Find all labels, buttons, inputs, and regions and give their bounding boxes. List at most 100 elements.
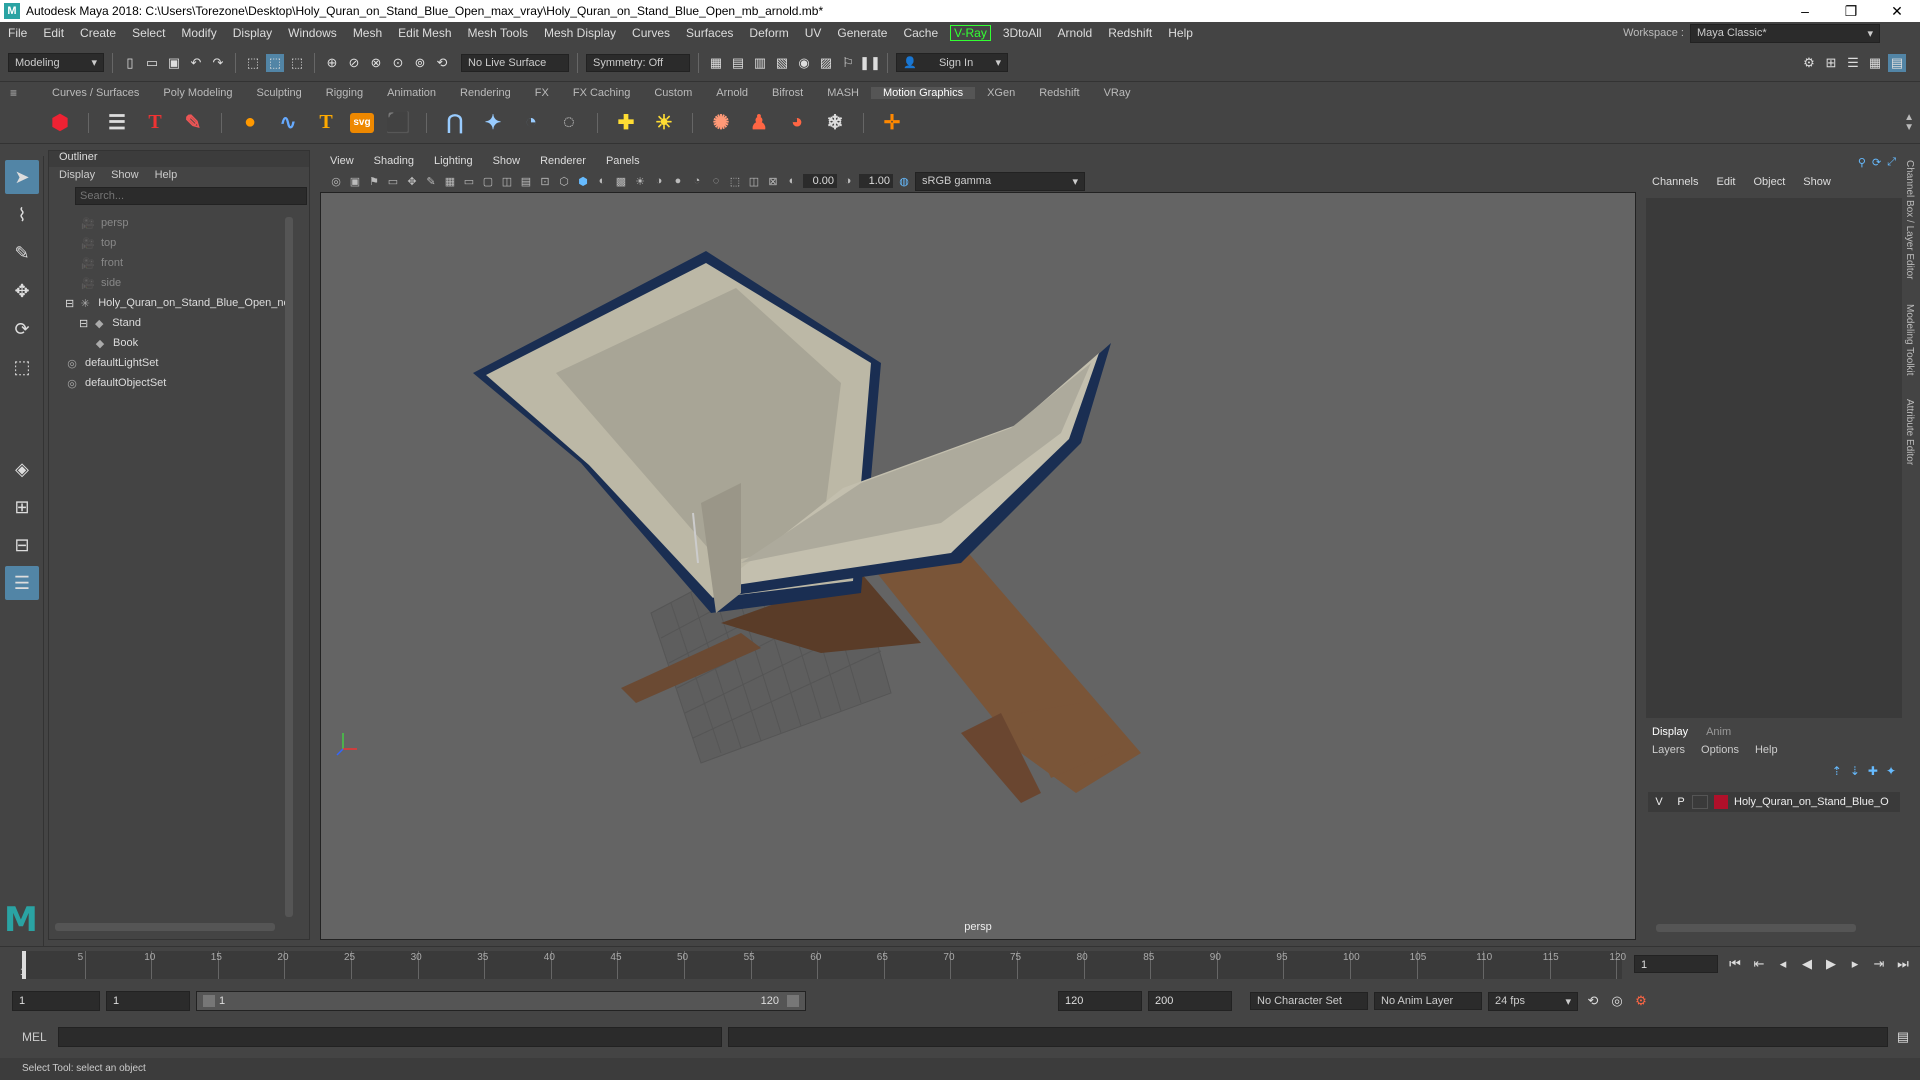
viewport-menu-lighting[interactable]: Lighting bbox=[424, 155, 483, 167]
minimize-button[interactable]: – bbox=[1782, 3, 1828, 19]
range-end-handle[interactable] bbox=[787, 995, 799, 1007]
outliner-item[interactable]: 🎥 top bbox=[65, 233, 309, 253]
open-scene-icon[interactable]: ▭ bbox=[143, 54, 161, 72]
auto-key-icon[interactable]: ◎ bbox=[1608, 992, 1626, 1010]
shelf-tab-fx[interactable]: FX bbox=[523, 87, 561, 99]
sun-icon[interactable]: ☀ bbox=[650, 109, 678, 137]
outliner-menu-help[interactable]: Help bbox=[155, 169, 178, 181]
animation-start-field[interactable]: 1 bbox=[12, 991, 100, 1011]
save-scene-icon[interactable]: ▣ bbox=[165, 54, 183, 72]
history-icon[interactable]: ⟲ bbox=[433, 54, 451, 72]
script-editor-icon[interactable]: ▤ bbox=[1894, 1028, 1912, 1046]
shelf-tab-bifrost[interactable]: Bifrost bbox=[760, 87, 815, 99]
outliner-scrollbar[interactable] bbox=[285, 217, 293, 917]
undo-icon[interactable]: ↶ bbox=[187, 54, 205, 72]
side-tab-modeling-toolkit[interactable]: Modeling Toolkit bbox=[1904, 304, 1915, 376]
snap-curve-icon[interactable]: ⊘ bbox=[345, 54, 363, 72]
outliner-menu-show[interactable]: Show bbox=[111, 169, 139, 181]
menu-vray[interactable]: V-Ray bbox=[950, 25, 991, 41]
channels-show-menu[interactable]: Show bbox=[1803, 176, 1831, 188]
motion-blur-icon[interactable]: ◔ bbox=[689, 173, 705, 189]
xray-joints-icon[interactable]: ⊠ bbox=[765, 173, 781, 189]
shelf-tab-redshift[interactable]: Redshift bbox=[1027, 87, 1091, 99]
channels-menu[interactable]: Channels bbox=[1652, 176, 1698, 188]
symmetry-dropdown[interactable]: Symmetry: Off bbox=[586, 53, 690, 72]
shelf-tab-curves-surfaces[interactable]: Curves / Surfaces bbox=[40, 87, 151, 99]
render-region-icon[interactable]: ▤ bbox=[729, 54, 747, 72]
outliner-item[interactable]: 🎥 side bbox=[65, 273, 309, 293]
loop-icon[interactable]: ⟲ bbox=[1584, 992, 1602, 1010]
snap-grid-icon[interactable]: ⊕ bbox=[323, 54, 341, 72]
maya-m-logo-icon[interactable]: M bbox=[4, 900, 38, 940]
paint-select-icon[interactable]: ✎ bbox=[5, 236, 39, 270]
shirt-icon[interactable]: ♟ bbox=[745, 109, 773, 137]
menu-mesh-tools[interactable]: Mesh Tools bbox=[460, 26, 536, 40]
layer-editor-icon[interactable]: ▤ bbox=[1888, 53, 1906, 72]
menu-mesh[interactable]: Mesh bbox=[345, 26, 390, 40]
smooth-shade-icon[interactable]: ⬢ bbox=[575, 173, 591, 189]
layers-menu[interactable]: Layers bbox=[1652, 744, 1685, 756]
float-icon[interactable]: ⤢ bbox=[1887, 156, 1896, 169]
step-forward-key-icon[interactable]: ⇥ bbox=[1870, 955, 1888, 973]
menu-display[interactable]: Display bbox=[225, 26, 280, 40]
attribute-editor-icon[interactable]: ⊞ bbox=[1822, 54, 1840, 72]
channel-box-icon[interactable]: ▦ bbox=[1866, 54, 1884, 72]
camera-attributes-icon[interactable]: ▣ bbox=[347, 173, 363, 189]
go-to-start-icon[interactable]: ⏮ bbox=[1726, 955, 1744, 973]
xray-icon[interactable]: ◫ bbox=[746, 173, 762, 189]
mash-network-icon[interactable]: ⬢ bbox=[46, 109, 74, 137]
pin-icon[interactable]: ⚲ bbox=[1858, 156, 1866, 169]
outliner-hscrollbar[interactable] bbox=[55, 923, 275, 931]
hypershade-icon[interactable]: ◉ bbox=[795, 54, 813, 72]
anti-aliasing-icon[interactable]: ◌ bbox=[708, 173, 724, 189]
locator-icon[interactable]: ✚ bbox=[612, 109, 640, 137]
channels-edit-menu[interactable]: Edit bbox=[1716, 176, 1735, 188]
snap-point-icon[interactable]: ⊗ bbox=[367, 54, 385, 72]
channels-object-menu[interactable]: Object bbox=[1753, 176, 1785, 188]
move-tool-icon[interactable]: ✥ bbox=[5, 274, 39, 308]
expand-toggle-icon[interactable]: ⊟ bbox=[79, 317, 88, 330]
new-layer-selected-icon[interactable]: ✚ bbox=[1868, 764, 1878, 778]
fps-dropdown[interactable]: 24 fps ▾ bbox=[1488, 991, 1578, 1011]
pause-render-icon[interactable]: ❚❚ bbox=[859, 54, 881, 72]
side-tab-attribute-editor[interactable]: Attribute Editor bbox=[1904, 399, 1915, 465]
new-layer-icon[interactable]: ✦ bbox=[1886, 764, 1896, 778]
shelf-tab-poly-modeling[interactable]: Poly Modeling bbox=[151, 87, 244, 99]
play-backward-icon[interactable]: ◀ bbox=[1798, 955, 1816, 973]
viewport-menu-view[interactable]: View bbox=[320, 155, 364, 167]
step-back-key-icon[interactable]: ⇤ bbox=[1750, 955, 1768, 973]
display-layer-row[interactable]: V P Holy_Quran_on_Stand_Blue_O bbox=[1648, 792, 1900, 812]
shelf-tab-mash[interactable]: MASH bbox=[815, 87, 871, 99]
step-back-frame-icon[interactable]: ◂ bbox=[1774, 955, 1792, 973]
modeling-toolkit-icon[interactable]: ⚙ bbox=[1800, 54, 1818, 72]
animation-end-field[interactable]: 200 bbox=[1148, 991, 1232, 1011]
type-tool-icon[interactable]: T bbox=[141, 109, 169, 137]
animation-preferences-icon[interactable]: ⚙ bbox=[1632, 992, 1650, 1010]
mode-dropdown[interactable]: Modeling ▾ bbox=[8, 53, 104, 72]
menu-redshift[interactable]: Redshift bbox=[1100, 26, 1160, 40]
shelf-tab-fx-caching[interactable]: FX Caching bbox=[561, 87, 642, 99]
cycle-icon[interactable]: ◌ bbox=[555, 109, 583, 137]
live-surface-field[interactable]: No Live Surface bbox=[461, 53, 569, 72]
sphere-icon[interactable]: ● bbox=[236, 109, 264, 137]
play-forward-icon[interactable]: ▶ bbox=[1822, 955, 1840, 973]
viewport-menu-show[interactable]: Show bbox=[483, 155, 531, 167]
outliner-search-input[interactable] bbox=[75, 187, 307, 205]
menu-select[interactable]: Select bbox=[124, 26, 173, 40]
cone-icon[interactable]: ◔ bbox=[517, 109, 545, 137]
grid-icon[interactable]: ▦ bbox=[442, 173, 458, 189]
single-view-icon[interactable]: ◈ bbox=[5, 452, 39, 486]
menu-arnold[interactable]: Arnold bbox=[1050, 26, 1101, 40]
options-menu[interactable]: Options bbox=[1701, 744, 1739, 756]
rotate-tool-icon[interactable]: ⟳ bbox=[5, 312, 39, 346]
side-tab-channel-box[interactable]: Channel Box / Layer Editor bbox=[1904, 160, 1915, 280]
select-object-icon[interactable]: ⬚ bbox=[266, 53, 284, 72]
curve-icon[interactable]: ∿ bbox=[274, 109, 302, 137]
layer-hscrollbar[interactable] bbox=[1656, 924, 1856, 932]
menu-help[interactable]: Help bbox=[1160, 26, 1201, 40]
image-plane-icon[interactable]: ▭ bbox=[385, 173, 401, 189]
menu-mesh-display[interactable]: Mesh Display bbox=[536, 26, 624, 40]
lasso-tool-icon[interactable]: ⌇ bbox=[5, 198, 39, 232]
layer-help-menu[interactable]: Help bbox=[1755, 744, 1778, 756]
menu-windows[interactable]: Windows bbox=[280, 26, 345, 40]
